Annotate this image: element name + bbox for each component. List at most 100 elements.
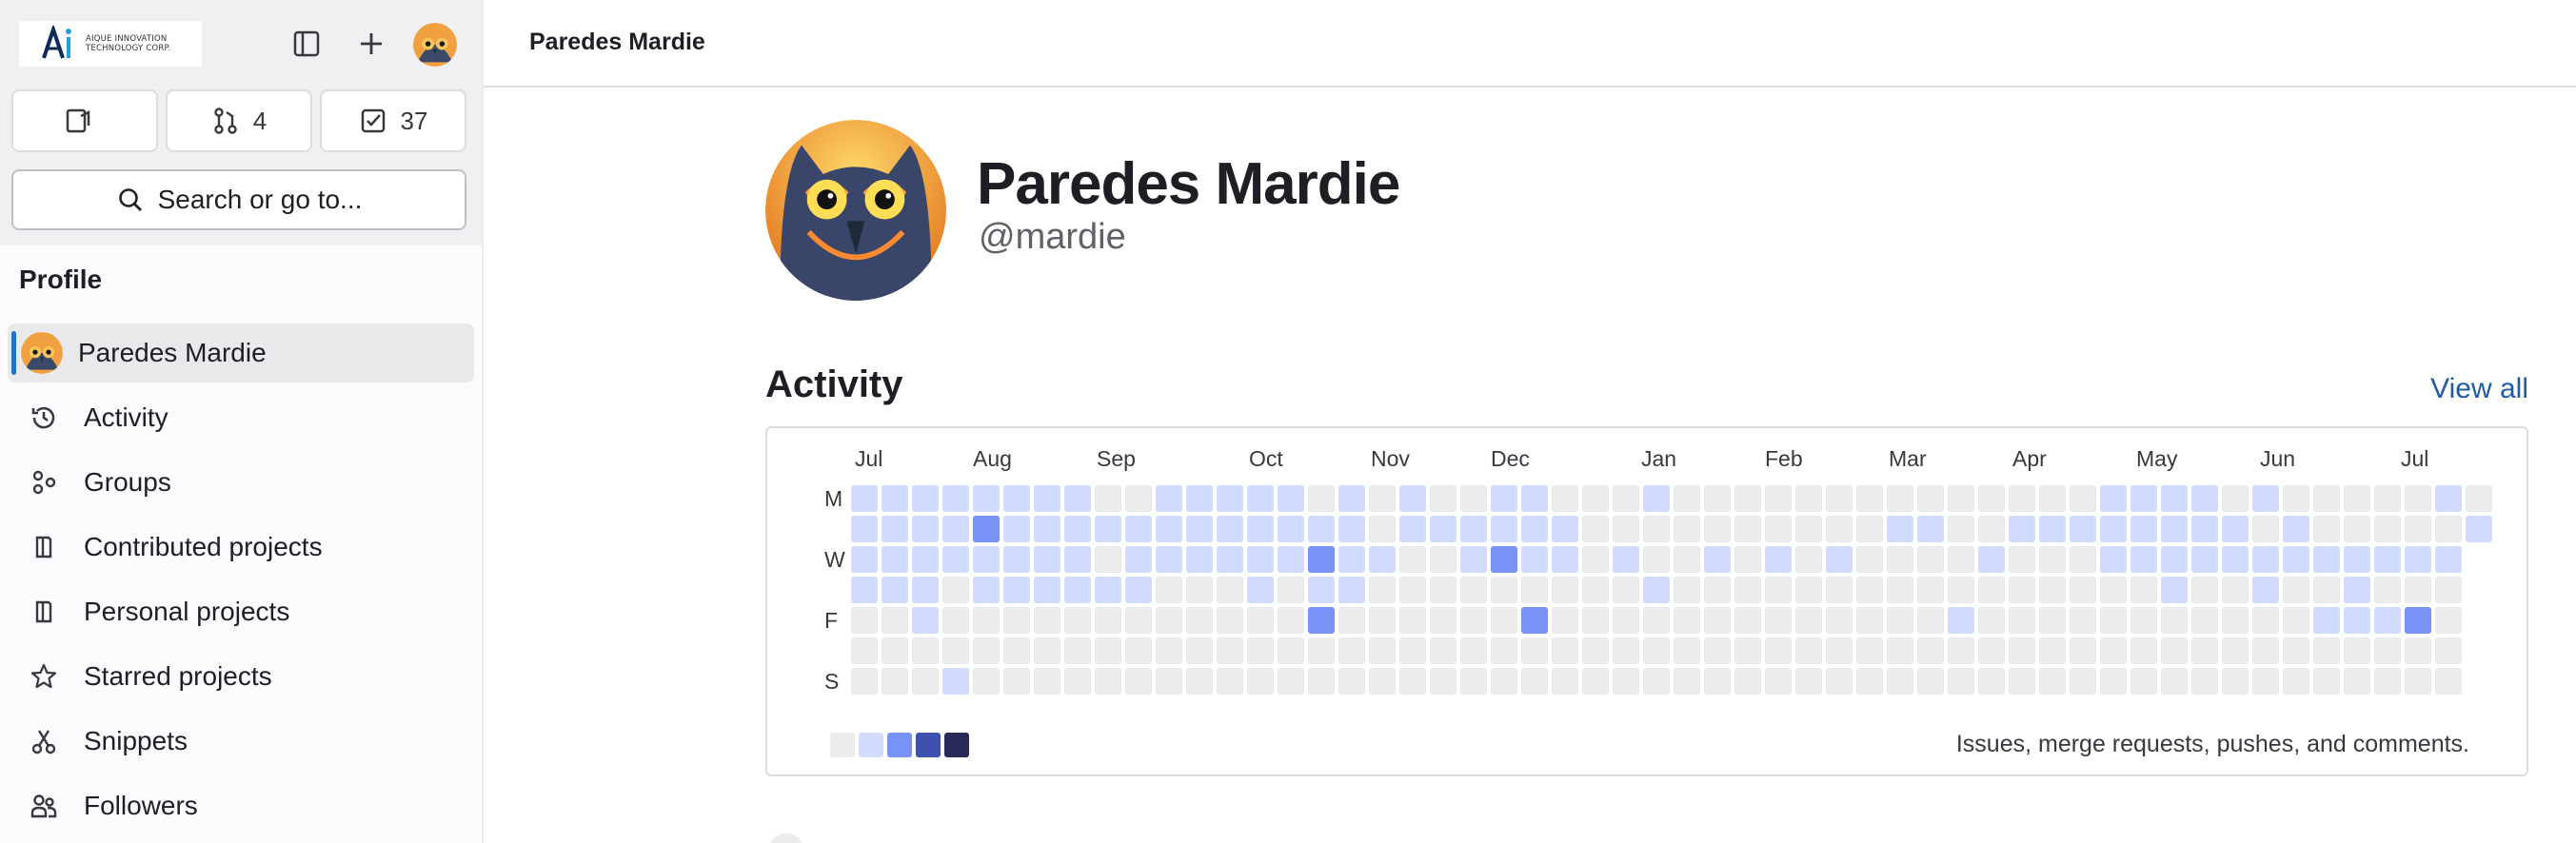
activity-day-cell[interactable] — [1734, 668, 1761, 695]
activity-day-cell[interactable] — [1278, 607, 1304, 634]
activity-day-cell[interactable] — [1399, 637, 1426, 664]
activity-day-cell[interactable] — [1399, 607, 1426, 634]
activity-day-cell[interactable] — [2009, 516, 2035, 542]
activity-day-cell[interactable] — [1156, 668, 1182, 695]
activity-day-cell[interactable] — [2405, 516, 2431, 542]
activity-day-cell[interactable] — [882, 516, 908, 542]
activity-day-cell[interactable] — [1887, 668, 1913, 695]
activity-day-cell[interactable] — [1034, 516, 1060, 542]
activity-day-cell[interactable] — [851, 546, 878, 573]
activity-day-cell[interactable] — [1856, 668, 1883, 695]
activity-day-cell[interactable] — [1978, 485, 2005, 512]
activity-day-cell[interactable] — [1491, 577, 1517, 603]
activity-day-cell[interactable] — [2161, 546, 2188, 573]
activity-day-cell[interactable] — [1095, 577, 1121, 603]
activity-day-cell[interactable] — [1826, 516, 1853, 542]
activity-day-cell[interactable] — [912, 607, 939, 634]
activity-day-cell[interactable] — [1978, 577, 2005, 603]
activity-day-cell[interactable] — [2435, 668, 2462, 695]
activity-day-cell[interactable] — [882, 668, 908, 695]
activity-day-cell[interactable] — [1338, 546, 1365, 573]
activity-day-cell[interactable] — [1643, 637, 1670, 664]
activity-day-cell[interactable] — [1826, 607, 1853, 634]
activity-day-cell[interactable] — [2130, 607, 2157, 634]
activity-day-cell[interactable] — [1308, 485, 1335, 512]
activity-day-cell[interactable] — [1369, 607, 1396, 634]
activity-day-cell[interactable] — [1643, 607, 1670, 634]
activity-day-cell[interactable] — [2130, 577, 2157, 603]
activity-day-cell[interactable] — [1034, 577, 1060, 603]
activity-day-cell[interactable] — [2252, 637, 2279, 664]
activity-day-cell[interactable] — [1430, 668, 1456, 695]
activity-day-cell[interactable] — [2344, 577, 2370, 603]
activity-day-cell[interactable] — [1978, 637, 2005, 664]
activity-day-cell[interactable] — [1917, 637, 1944, 664]
activity-day-cell[interactable] — [1521, 577, 1548, 603]
activity-day-cell[interactable] — [1034, 485, 1060, 512]
activity-day-cell[interactable] — [1674, 607, 1700, 634]
activity-day-cell[interactable] — [1125, 546, 1152, 573]
activity-day-cell[interactable] — [1369, 637, 1396, 664]
activity-day-cell[interactable] — [2283, 546, 2309, 573]
activity-day-cell[interactable] — [912, 637, 939, 664]
activity-day-cell[interactable] — [912, 516, 939, 542]
activity-day-cell[interactable] — [1399, 546, 1426, 573]
search-button[interactable]: Search or go to... — [11, 169, 466, 230]
activity-day-cell[interactable] — [2435, 607, 2462, 634]
activity-day-cell[interactable] — [2161, 485, 2188, 512]
activity-day-cell[interactable] — [1552, 485, 1578, 512]
activity-day-cell[interactable] — [1765, 668, 1792, 695]
activity-day-cell[interactable] — [1308, 577, 1335, 603]
activity-day-cell[interactable] — [1521, 668, 1548, 695]
activity-day-cell[interactable] — [912, 485, 939, 512]
merge-requests-button[interactable]: 4 — [166, 89, 312, 152]
activity-day-cell[interactable] — [2374, 516, 2401, 542]
activity-day-cell[interactable] — [1613, 516, 1639, 542]
activity-day-cell[interactable] — [1186, 577, 1213, 603]
activity-day-cell[interactable] — [1917, 607, 1944, 634]
activity-day-cell[interactable] — [2070, 607, 2096, 634]
activity-day-cell[interactable] — [1369, 668, 1396, 695]
activity-day-cell[interactable] — [1856, 546, 1883, 573]
activity-day-cell[interactable] — [2435, 516, 2462, 542]
activity-day-cell[interactable] — [1460, 577, 1487, 603]
sidebar-item-starred-projects[interactable]: Starred projects — [8, 647, 474, 706]
activity-day-cell[interactable] — [1003, 485, 1030, 512]
activity-day-cell[interactable] — [1278, 546, 1304, 573]
activity-day-cell[interactable] — [1795, 485, 1822, 512]
activity-day-cell[interactable] — [2252, 577, 2279, 603]
activity-day-cell[interactable] — [1704, 668, 1731, 695]
activity-day-cell[interactable] — [1064, 485, 1091, 512]
activity-day-cell[interactable] — [1826, 637, 1853, 664]
activity-day-cell[interactable] — [2283, 607, 2309, 634]
activity-day-cell[interactable] — [1095, 516, 1121, 542]
activity-day-cell[interactable] — [1399, 485, 1426, 512]
activity-day-cell[interactable] — [1674, 516, 1700, 542]
activity-day-cell[interactable] — [1064, 546, 1091, 573]
activity-day-cell[interactable] — [1491, 607, 1517, 634]
activity-day-cell[interactable] — [1064, 516, 1091, 542]
activity-day-cell[interactable] — [1887, 607, 1913, 634]
activity-day-cell[interactable] — [1217, 637, 1243, 664]
activity-day-cell[interactable] — [1491, 668, 1517, 695]
activity-day-cell[interactable] — [1156, 485, 1182, 512]
activity-day-cell[interactable] — [2252, 607, 2279, 634]
activity-day-cell[interactable] — [1399, 577, 1426, 603]
activity-day-cell[interactable] — [1186, 485, 1213, 512]
activity-day-cell[interactable] — [1643, 546, 1670, 573]
sidebar-item-profile[interactable]: Paredes Mardie — [8, 323, 474, 382]
activity-day-cell[interactable] — [1643, 516, 1670, 542]
activity-day-cell[interactable] — [2039, 607, 2066, 634]
activity-day-cell[interactable] — [2191, 577, 2218, 603]
activity-day-cell[interactable] — [1704, 637, 1731, 664]
activity-day-cell[interactable] — [1765, 577, 1792, 603]
activity-day-cell[interactable] — [1217, 516, 1243, 542]
activity-day-cell[interactable] — [1734, 546, 1761, 573]
activity-day-cell[interactable] — [882, 577, 908, 603]
activity-day-cell[interactable] — [2313, 668, 2340, 695]
activity-day-cell[interactable] — [1856, 637, 1883, 664]
activity-day-cell[interactable] — [1186, 607, 1213, 634]
activity-day-cell[interactable] — [1582, 668, 1609, 695]
activity-day-cell[interactable] — [2161, 607, 2188, 634]
sidebar-item-activity[interactable]: Activity — [8, 388, 474, 447]
